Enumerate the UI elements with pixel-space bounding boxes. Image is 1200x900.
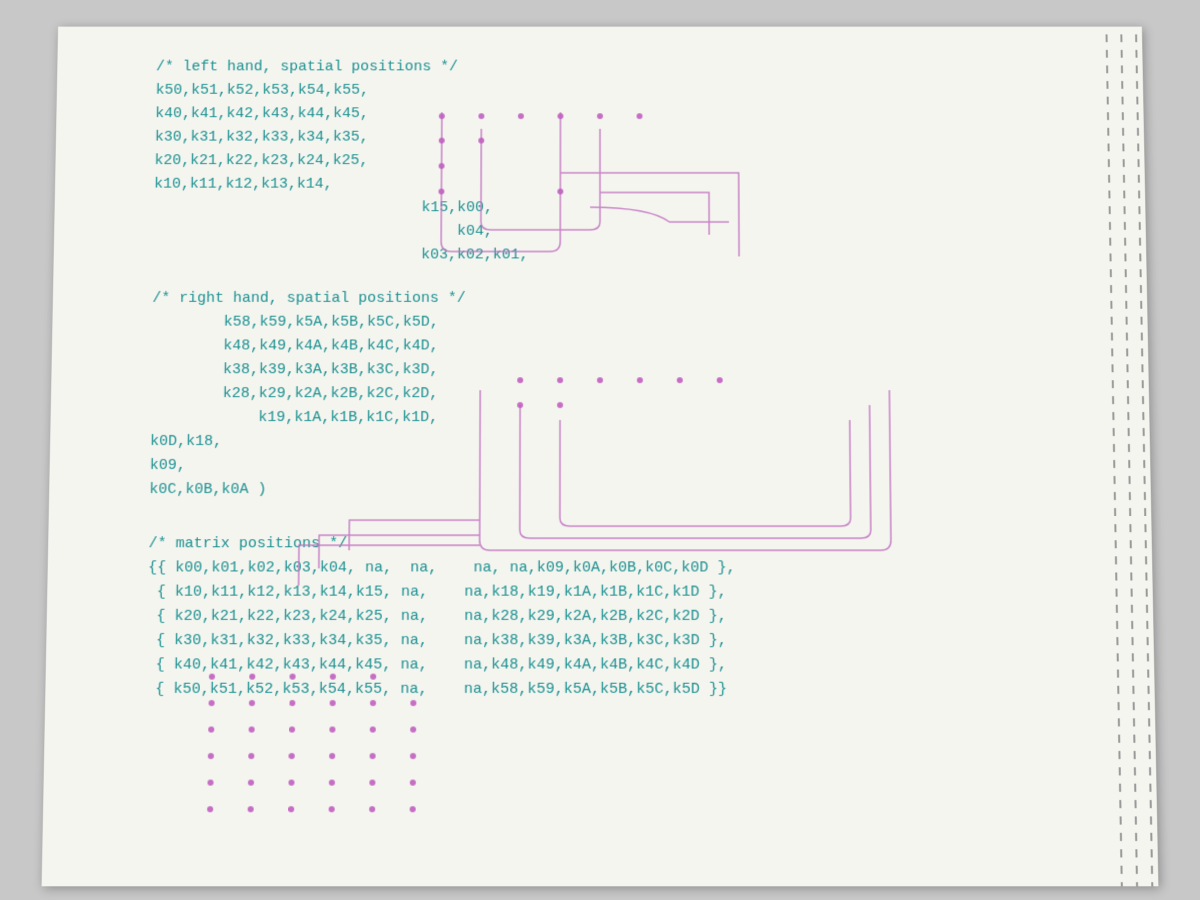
main-content: /* left hand, spatial positions */ k50,k… <box>146 46 1074 702</box>
left-hand-code: k50,k51,k52,k53,k54,k55, k40,k41,k42,k43… <box>153 79 1067 267</box>
right-hand-comment: /* right hand, spatial positions */ <box>152 287 1068 311</box>
matrix-section: /* matrix positions */ {{ k00,k01,k02,k0… <box>146 532 1074 702</box>
dashed-border <box>1063 27 1158 887</box>
matrix-code: {{ k00,k01,k02,k03,k04, na, na, na, na,k… <box>146 556 1074 702</box>
left-hand-section: /* left hand, spatial positions */ k50,k… <box>153 56 1067 268</box>
right-hand-code: k58,k59,k5A,k5B,k5C,k5D, k48,k49,k4A,k4B… <box>149 311 1071 502</box>
right-hand-section: /* right hand, spatial positions */ k58,… <box>149 287 1071 502</box>
matrix-comment: /* matrix positions */ <box>148 532 1071 556</box>
page: /* left hand, spatial positions */ k50,k… <box>42 27 1159 887</box>
left-hand-comment: /* left hand, spatial positions */ <box>156 56 1064 79</box>
